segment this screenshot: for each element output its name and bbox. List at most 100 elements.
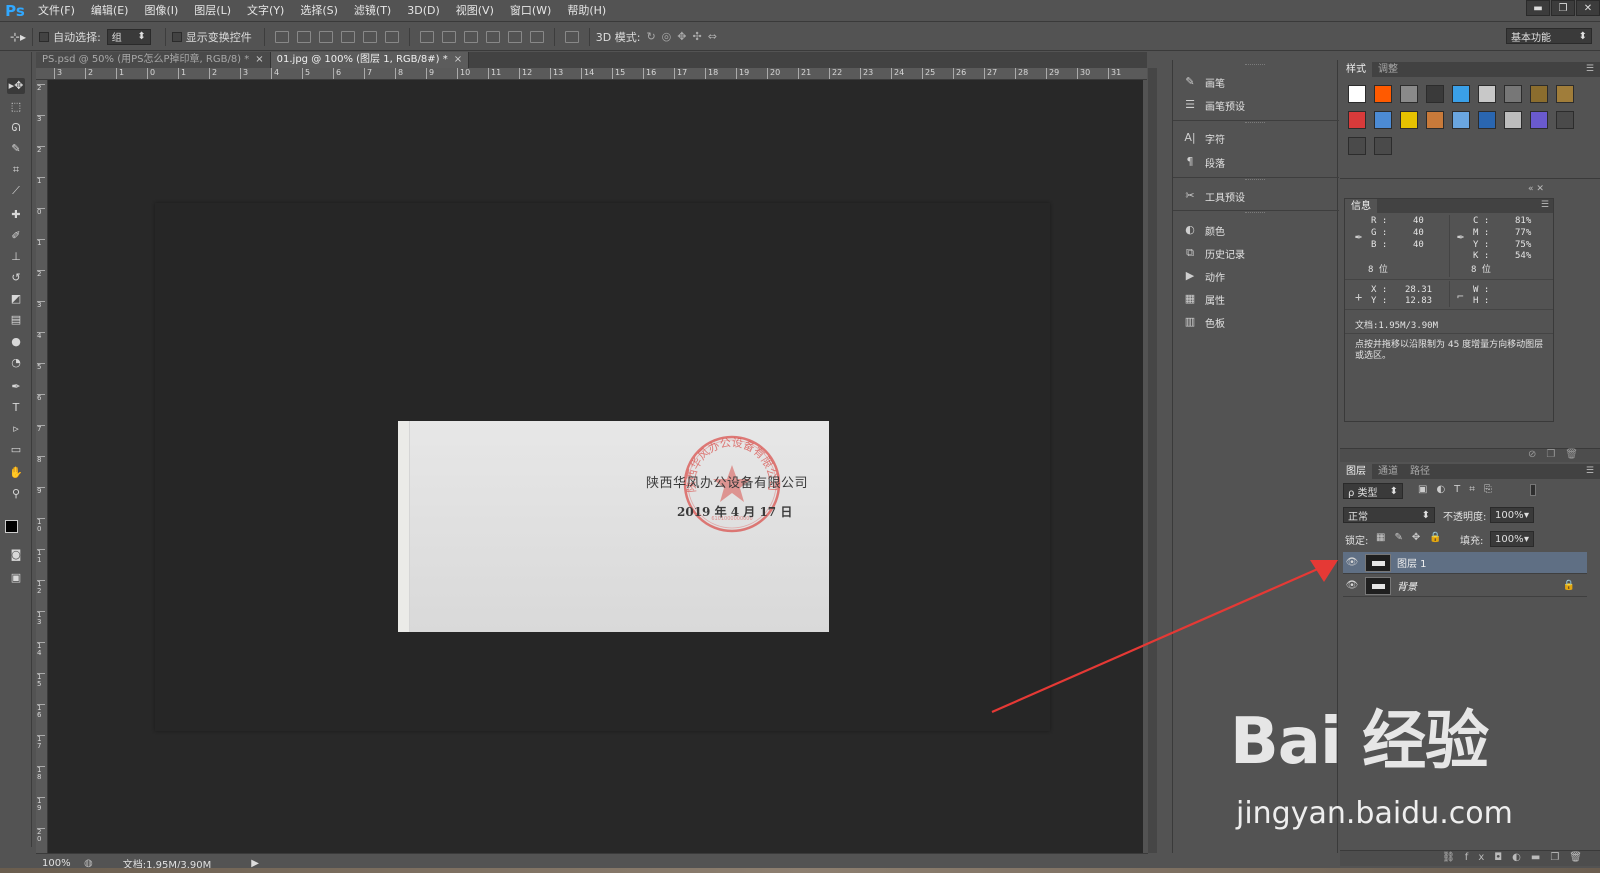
style-swatch[interactable] bbox=[1348, 137, 1366, 155]
history-brush-tool-icon[interactable]: ↺ bbox=[7, 270, 25, 286]
canvas-scrollbar[interactable] bbox=[1148, 68, 1157, 853]
pen-tool-icon[interactable]: ✒ bbox=[7, 379, 25, 395]
menu-edit[interactable]: 编辑(E) bbox=[83, 0, 137, 22]
menu-layer[interactable]: 图层(L) bbox=[186, 0, 239, 22]
style-swatch[interactable] bbox=[1348, 85, 1366, 103]
menu-image[interactable]: 图像(I) bbox=[136, 0, 186, 22]
layer-filter-dropdown[interactable]: ρ 类型 ⬍ bbox=[1343, 483, 1403, 499]
style-swatch[interactable] bbox=[1426, 85, 1444, 103]
style-swatch[interactable] bbox=[1504, 111, 1522, 129]
style-swatch[interactable] bbox=[1530, 85, 1548, 103]
auto-select-dropdown[interactable]: 组 ⬍ bbox=[106, 28, 151, 45]
menu-filter[interactable]: 滤镜(T) bbox=[346, 0, 399, 22]
align-bottom-icon[interactable] bbox=[318, 30, 333, 43]
style-swatch[interactable] bbox=[1556, 85, 1574, 103]
distribute-top-icon[interactable] bbox=[419, 30, 434, 43]
close-window-button[interactable]: ✕ bbox=[1576, 0, 1600, 16]
layers-footer-icons[interactable]: ⛓fx◘◐▬❐🗑 bbox=[1442, 852, 1592, 863]
style-swatch[interactable] bbox=[1400, 111, 1418, 129]
brush-tool-icon[interactable]: ✐ bbox=[7, 228, 25, 244]
tab-channels[interactable]: 通道 bbox=[1372, 464, 1404, 479]
tab-adjustments[interactable]: 调整 bbox=[1372, 62, 1404, 77]
eraser-tool-icon[interactable]: ◩ bbox=[7, 291, 25, 307]
quick-mask-icon[interactable]: ◙ bbox=[7, 547, 25, 563]
gradient-tool-icon[interactable]: ▤ bbox=[7, 312, 25, 328]
style-swatch[interactable] bbox=[1530, 111, 1548, 129]
minimize-button[interactable]: ▬ bbox=[1526, 0, 1550, 16]
dock-swatches[interactable]: ▥ 色板 bbox=[1183, 312, 1225, 332]
distribute-right-icon[interactable] bbox=[529, 30, 544, 43]
align-left-icon[interactable] bbox=[340, 30, 355, 43]
shape-tool-icon[interactable]: ▭ bbox=[7, 442, 25, 458]
quick-select-tool-icon[interactable]: ✎ bbox=[7, 141, 25, 157]
style-swatch[interactable] bbox=[1556, 111, 1574, 129]
dock-grip[interactable] bbox=[1245, 64, 1265, 66]
style-swatch[interactable] bbox=[1452, 111, 1470, 129]
dock-properties[interactable]: ▦ 属性 bbox=[1183, 289, 1225, 309]
opacity-field[interactable]: 100% ▾ bbox=[1490, 507, 1534, 523]
panel-menu-icon[interactable]: ☰ bbox=[1586, 466, 1594, 476]
hand-tool-icon[interactable]: ✋ bbox=[7, 465, 25, 481]
style-swatch[interactable] bbox=[1478, 85, 1496, 103]
eyedropper-tool-icon[interactable]: ⟋ bbox=[7, 183, 25, 199]
menu-view[interactable]: 视图(V) bbox=[448, 0, 502, 22]
foreground-color-swatch[interactable] bbox=[5, 520, 18, 533]
align-right-icon[interactable] bbox=[384, 30, 399, 43]
dock-grip[interactable] bbox=[1245, 212, 1265, 214]
tab-paths[interactable]: 路径 bbox=[1404, 464, 1436, 479]
screen-mode-icon[interactable]: ▣ bbox=[7, 570, 25, 586]
lock-icons[interactable]: ▦✎✥🔒 bbox=[1376, 532, 1451, 543]
blend-mode-dropdown[interactable]: 正常 ⬍ bbox=[1343, 507, 1435, 523]
style-swatch[interactable] bbox=[1374, 111, 1392, 129]
style-swatch[interactable] bbox=[1504, 85, 1522, 103]
show-transform-checkbox[interactable] bbox=[171, 31, 182, 42]
dock-brush[interactable]: ✎ 画笔 bbox=[1183, 72, 1225, 92]
healing-brush-tool-icon[interactable]: ✚ bbox=[7, 207, 25, 223]
close-icon[interactable]: × bbox=[454, 52, 462, 68]
dodge-tool-icon[interactable]: ◔ bbox=[7, 355, 25, 371]
marquee-tool-icon[interactable]: ⬚ bbox=[7, 99, 25, 115]
style-swatch[interactable] bbox=[1374, 137, 1392, 155]
menu-help[interactable]: 帮助(H) bbox=[559, 0, 614, 22]
panel-menu-icon[interactable]: ☰ bbox=[1586, 64, 1594, 74]
tab-styles[interactable]: 样式 bbox=[1340, 62, 1372, 77]
tab-layers[interactable]: 图层 bbox=[1340, 464, 1372, 479]
dock-grip[interactable] bbox=[1245, 122, 1265, 124]
dock-character[interactable]: A| 字符 bbox=[1183, 128, 1225, 148]
dock-tool-presets[interactable]: ✂ 工具预设 bbox=[1183, 186, 1245, 206]
style-swatch[interactable] bbox=[1426, 111, 1444, 129]
align-vcenter-icon[interactable] bbox=[296, 30, 311, 43]
distribute-bottom-icon[interactable] bbox=[463, 30, 478, 43]
panel-footer-icons[interactable]: ⊘❐🗑 bbox=[1528, 449, 1588, 460]
tab-info[interactable]: 信息 bbox=[1345, 199, 1377, 214]
restore-button[interactable]: ❐ bbox=[1551, 0, 1575, 16]
move-tool-icon[interactable]: ⊹▸ bbox=[10, 30, 26, 44]
style-swatch[interactable] bbox=[1400, 85, 1418, 103]
dock-actions[interactable]: ▶ 动作 bbox=[1183, 266, 1225, 286]
layer-row-background[interactable]: 👁 背景 🔒 bbox=[1343, 575, 1587, 597]
3d-mode-icons[interactable]: ↻◎✥✣⇔ bbox=[646, 30, 722, 43]
tab-ps-psd[interactable]: PS.psd @ 50% (用PS怎么P掉印章, RGB/8) * × bbox=[36, 52, 271, 68]
dock-color[interactable]: ◐ 颜色 bbox=[1183, 220, 1225, 240]
distribute-vcenter-icon[interactable] bbox=[441, 30, 456, 43]
layer-filter-icons[interactable]: ▣◐T⌗⎘ bbox=[1418, 484, 1501, 495]
layer-row-layer1[interactable]: 👁 图层 1 bbox=[1343, 552, 1587, 574]
type-tool-icon[interactable]: T bbox=[7, 400, 25, 416]
distribute-hcenter-icon[interactable] bbox=[507, 30, 522, 43]
auto-align-icon[interactable] bbox=[564, 30, 579, 43]
auto-select-checkbox[interactable] bbox=[39, 31, 50, 42]
menu-type[interactable]: 文字(Y) bbox=[239, 0, 292, 22]
panel-menu-icon[interactable]: ☰ bbox=[1541, 200, 1549, 210]
dock-history[interactable]: ⧉ 历史记录 bbox=[1183, 243, 1245, 263]
blur-tool-icon[interactable]: ● bbox=[7, 334, 25, 350]
zoom-tool-icon[interactable]: ⚲ bbox=[7, 486, 25, 502]
align-hcenter-icon[interactable] bbox=[362, 30, 377, 43]
style-swatch[interactable] bbox=[1452, 85, 1470, 103]
dock-brush-presets[interactable]: ☰ 画笔预设 bbox=[1183, 95, 1245, 115]
workspace-dropdown[interactable]: 基本功能 ⬍ bbox=[1506, 28, 1592, 44]
dock-paragraph[interactable]: ¶ 段落 bbox=[1183, 152, 1226, 172]
crop-tool-icon[interactable]: ⌗ bbox=[7, 162, 25, 178]
tab-01-jpg[interactable]: 01.jpg @ 100% (图层 1, RGB/8#) * × bbox=[270, 52, 470, 68]
collapse-icon[interactable]: « ✕ bbox=[1528, 184, 1544, 194]
menu-file[interactable]: 文件(F) bbox=[30, 0, 83, 22]
